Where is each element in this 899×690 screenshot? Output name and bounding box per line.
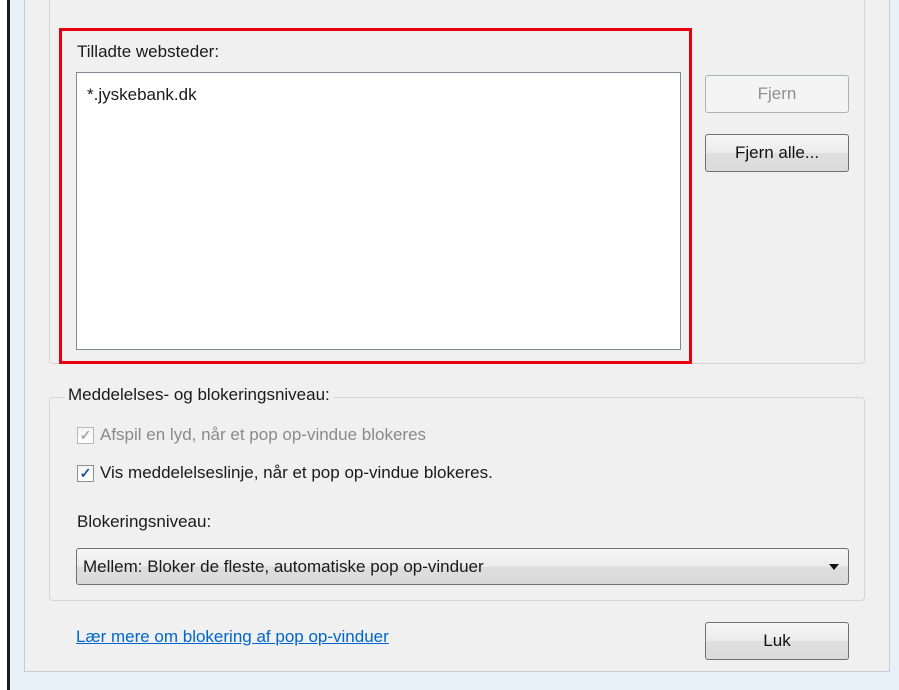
chevron-down-icon[interactable] xyxy=(829,564,839,570)
remove-button[interactable]: Fjern xyxy=(705,75,849,113)
blocking-level-select[interactable]: Mellem: Bloker de fleste, automatiske po… xyxy=(76,548,849,585)
play-sound-option: ✓ Afspil en lyd, når et pop op-vindue bl… xyxy=(77,425,426,445)
notification-group-legend: Meddelelses- og blokeringsniveau: xyxy=(64,385,334,405)
popup-blocker-settings-dialog: Tilladte websteder: *.jyskebank.dk Fjern… xyxy=(24,0,890,672)
remove-all-button[interactable]: Fjern alle... xyxy=(705,134,849,172)
show-bar-option: ✓ Vis meddelelseslinje, når et pop op-vi… xyxy=(77,463,493,483)
list-item[interactable]: *.jyskebank.dk xyxy=(87,85,197,105)
allowed-sites-list[interactable]: *.jyskebank.dk xyxy=(76,72,681,350)
allowed-sites-label: Tilladte websteder: xyxy=(77,42,220,61)
play-sound-label: Afspil en lyd, når et pop op-vindue blok… xyxy=(100,425,427,444)
blocking-level-value: Mellem: Bloker de fleste, automatiske po… xyxy=(83,556,484,576)
window-edge xyxy=(0,0,10,690)
blocking-level-label: Blokeringsniveau: xyxy=(77,512,212,531)
play-sound-checkbox[interactable]: ✓ xyxy=(77,426,94,444)
learn-more-link[interactable]: Lær mere om blokering af pop op-vinduer xyxy=(76,627,389,647)
show-bar-label: Vis meddelelseslinje, når et pop op-vind… xyxy=(100,463,493,482)
show-bar-checkbox[interactable]: ✓ xyxy=(77,464,94,482)
check-icon: ✓ xyxy=(79,427,92,443)
close-button[interactable]: Luk xyxy=(705,622,849,660)
check-icon: ✓ xyxy=(79,465,92,481)
